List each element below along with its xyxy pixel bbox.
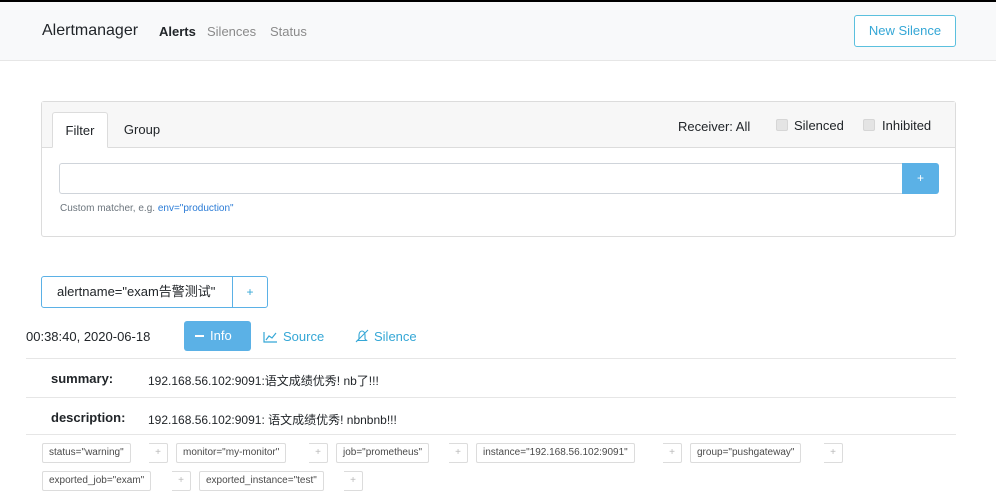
silenced-label[interactable]: Silenced xyxy=(794,118,844,133)
group-label[interactable]: alertname="exam告警测试" xyxy=(41,276,233,308)
silence-label: Silence xyxy=(374,329,417,344)
divider xyxy=(26,434,956,435)
filter-card: Filter Group Receiver: All Silenced Inhi… xyxy=(41,101,956,237)
silenced-checkbox[interactable] xyxy=(776,119,788,131)
chart-line-icon xyxy=(263,332,277,343)
annotation-key-summary: summary: xyxy=(51,371,114,386)
receiver-select[interactable]: Receiver: All xyxy=(678,119,750,134)
tab-filter[interactable]: Filter xyxy=(52,112,108,148)
group-add-button[interactable]: + xyxy=(232,276,268,308)
nav-silences[interactable]: Silences xyxy=(207,24,256,39)
label-add-button[interactable]: + xyxy=(344,471,363,491)
label-add-button[interactable]: + xyxy=(149,443,168,463)
label-chip[interactable]: monitor="my-monitor" xyxy=(176,443,287,463)
nav-alerts[interactable]: Alerts xyxy=(159,24,196,39)
bell-slash-icon xyxy=(355,329,369,343)
label-add-button[interactable]: + xyxy=(172,471,191,491)
new-silence-button[interactable]: New Silence xyxy=(854,15,956,47)
label-chip[interactable]: exported_instance="test" xyxy=(199,471,324,491)
annotation-value-description: 192.168.56.102:9091: 语文成绩优秀! nbnbnb!!! xyxy=(148,413,397,427)
info-button[interactable]: Info xyxy=(184,321,251,351)
info-label: Info xyxy=(210,328,232,343)
annotation-key-description: description: xyxy=(51,410,126,425)
hint-example: env="production" xyxy=(157,203,234,214)
source-link[interactable]: Source xyxy=(263,329,324,344)
label-chip[interactable]: exported_job="exam" xyxy=(42,471,152,491)
nav-status[interactable]: Status xyxy=(270,24,307,39)
minus-icon xyxy=(195,334,204,337)
divider xyxy=(26,358,956,359)
label-chip[interactable]: instance="192.168.56.102:9091" xyxy=(476,443,635,463)
matcher-hint: Custom matcher, e.g. env="production" xyxy=(60,203,234,214)
silence-link[interactable]: Silence xyxy=(355,329,417,344)
add-filter-button[interactable]: + xyxy=(902,163,939,194)
alert-timestamp: 00:38:40, 2020-06-18 xyxy=(26,329,151,344)
label-add-button[interactable]: + xyxy=(449,443,468,463)
label-chip[interactable]: status="warning" xyxy=(42,443,131,463)
annotation-value-summary: 192.168.56.102:9091:语文成绩优秀! nb了!!! xyxy=(148,374,379,388)
divider xyxy=(26,397,956,398)
brand-title[interactable]: Alertmanager xyxy=(42,22,138,40)
label-chip[interactable]: job="prometheus" xyxy=(336,443,430,463)
inhibited-checkbox[interactable] xyxy=(863,119,875,131)
tab-group[interactable]: Group xyxy=(114,112,170,148)
label-add-button[interactable]: + xyxy=(309,443,328,463)
inhibited-label[interactable]: Inhibited xyxy=(882,118,931,133)
label-chip[interactable]: group="pushgateway" xyxy=(690,443,802,463)
label-add-button[interactable]: + xyxy=(663,443,682,463)
navbar: Alertmanager Alerts Silences Status New … xyxy=(0,2,996,61)
hint-text: Custom matcher, e.g. xyxy=(60,203,156,214)
label-add-button[interactable]: + xyxy=(824,443,843,463)
filter-input[interactable] xyxy=(59,163,902,194)
source-label: Source xyxy=(283,329,325,344)
filter-card-header: Filter Group Receiver: All Silenced Inhi… xyxy=(42,102,955,148)
